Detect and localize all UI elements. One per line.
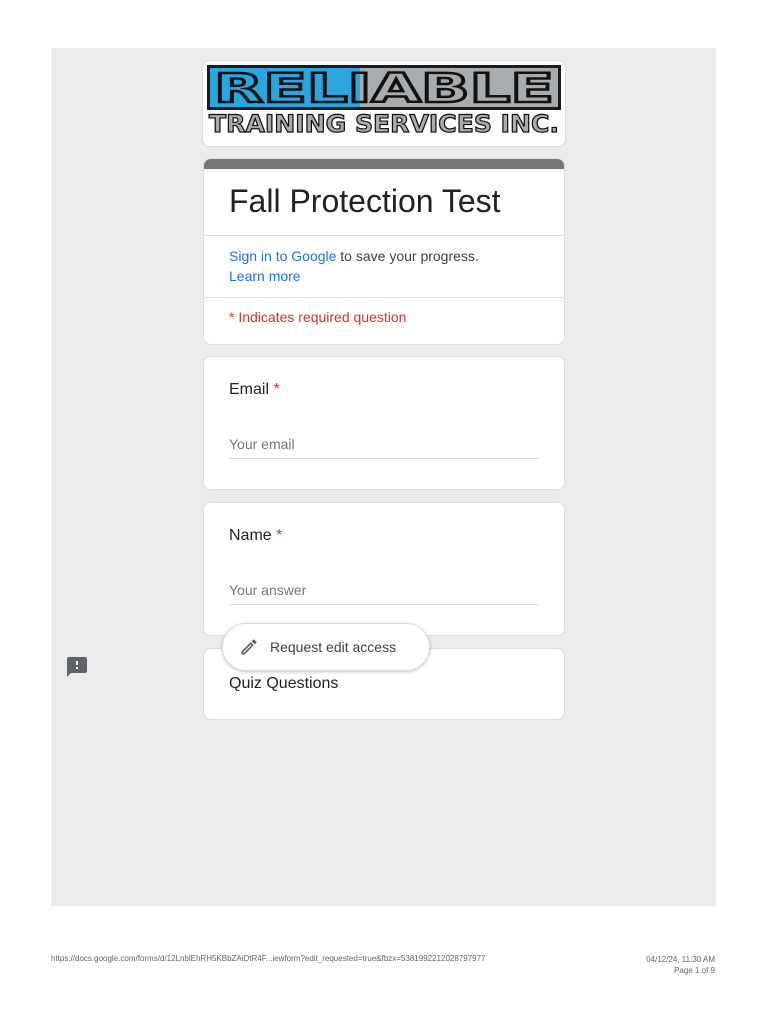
logo-line1-text: RELIABLE <box>214 66 554 110</box>
request-edit-access-button[interactable]: Request edit access <box>222 623 430 671</box>
name-input[interactable] <box>229 575 539 605</box>
form-title: Fall Protection Test <box>229 183 501 219</box>
logo-reliable-wordmark: RELIABLE <box>207 65 561 110</box>
question-label: Name <box>229 527 272 544</box>
form-banner-logo: RELIABLE TRAINING SERVICES INC. <box>202 60 566 147</box>
footer-datetime: 04/12/24, 11:30 AM <box>646 955 715 964</box>
signin-link[interactable]: Sign in to Google <box>229 248 336 264</box>
section-title: Quiz Questions <box>229 675 339 692</box>
logo-tagline: TRAINING SERVICES INC. <box>208 110 559 138</box>
required-asterisk: * <box>276 527 283 544</box>
required-note: * Indicates required question <box>229 309 407 325</box>
logo-line2-text: TRAINING SERVICES INC. <box>209 110 559 138</box>
request-edit-access-label: Request edit access <box>270 639 397 655</box>
divider <box>204 235 564 236</box>
signin-message: Sign in to Google to save your progress.… <box>229 246 549 286</box>
question-label: Email <box>229 381 270 398</box>
divider <box>204 297 564 298</box>
question-title: Name * <box>229 527 282 545</box>
email-input[interactable] <box>229 429 539 459</box>
footer-url: https://docs.google.com/forms/d/12LnblEh… <box>51 954 486 963</box>
form-header-card: Fall Protection Test Sign in to Google t… <box>203 158 565 345</box>
question-title: Email * <box>229 381 280 399</box>
learn-more-link[interactable]: Learn more <box>229 268 301 284</box>
required-asterisk: * <box>273 381 280 398</box>
pencil-icon <box>241 639 257 655</box>
footer-page-number: Page 1 of 9 <box>674 966 715 975</box>
footer-meta: 04/12/24, 11:30 AM Page 1 of 9 <box>646 954 715 976</box>
question-card-name: Name * <box>203 502 565 636</box>
question-card-email: Email * <box>203 356 565 490</box>
header-accent-bar <box>204 159 564 169</box>
report-icon[interactable] <box>65 655 89 679</box>
signin-suffix: to save your progress. <box>336 248 479 264</box>
